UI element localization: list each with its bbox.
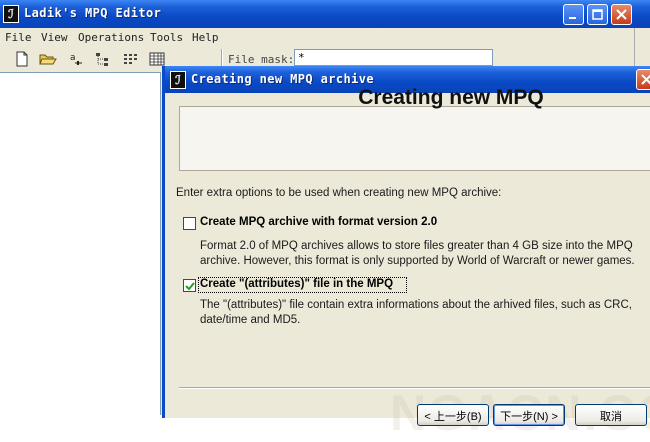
list-view-button[interactable]: [121, 49, 141, 69]
close-icon: [641, 74, 650, 85]
rename-button[interactable]: a: [66, 49, 86, 69]
rename-icon: a: [70, 53, 82, 65]
close-button[interactable]: [611, 4, 632, 25]
checkmark-icon: [185, 282, 195, 291]
list-view-icon: [124, 54, 137, 64]
main-titlebar[interactable]: ℐ Ladik's MPQ Editor: [0, 0, 650, 28]
next-button[interactable]: 下一步(N) >: [493, 404, 565, 426]
menubar: File View Operations Tools Help: [0, 28, 635, 46]
open-icon: [39, 54, 57, 65]
close-icon: [616, 9, 627, 20]
new-button[interactable]: [12, 49, 32, 69]
maximize-icon: [592, 9, 603, 20]
dialog-header-title: Creating new MPQ: [358, 86, 544, 109]
back-button[interactable]: < 上一步(B): [417, 404, 489, 426]
format-v2-label[interactable]: Create MPQ archive with format version 2…: [200, 216, 437, 228]
format-v2-checkbox[interactable]: [183, 217, 196, 230]
window-title: Ladik's MPQ Editor: [24, 6, 162, 20]
dialog-header-panel: [179, 106, 650, 171]
attributes-label[interactable]: Create "(attributes)" file in the MPQ: [200, 278, 393, 290]
file-mask-input[interactable]: *: [294, 49, 493, 66]
new-icon: [16, 51, 28, 67]
maximize-button[interactable]: [587, 4, 608, 25]
minimize-icon: [569, 17, 576, 19]
file-mask-label: File mask:: [228, 53, 295, 66]
attributes-description-line1: The "(attributes)" file contain extra in…: [200, 299, 632, 311]
create-mpq-dialog: ℐ Creating new MPQ archive Creating new …: [162, 66, 650, 441]
menu-tools[interactable]: Tools: [150, 31, 183, 44]
menu-help[interactable]: Help: [192, 31, 219, 44]
tree-view-icon: [96, 53, 108, 66]
menu-operations[interactable]: Operations: [78, 31, 144, 44]
window-right-edge: [634, 28, 650, 68]
open-button[interactable]: [38, 49, 58, 69]
app-icon[interactable]: ℐ: [3, 5, 19, 23]
format-v2-description-line1: Format 2.0 of MPQ archives allows to sto…: [200, 240, 633, 252]
menu-view[interactable]: View: [41, 31, 68, 44]
menu-file[interactable]: File: [5, 31, 32, 44]
minimize-button[interactable]: [563, 4, 584, 25]
attributes-description-line2: date/time and MD5.: [200, 314, 301, 326]
tree-view-button[interactable]: [93, 49, 113, 69]
dialog-intro-text: Enter extra options to be used when crea…: [176, 187, 502, 199]
dialog-title: Creating new MPQ archive: [191, 72, 374, 86]
cancel-button[interactable]: 取消: [575, 404, 647, 426]
dialog-button-separator: [179, 387, 650, 389]
file-tree-panel[interactable]: [0, 72, 161, 415]
grid-view-icon: [149, 52, 165, 66]
attributes-checkbox[interactable]: [183, 279, 196, 292]
format-v2-description-line2: archive. However, this format is only su…: [200, 255, 635, 267]
svg-text:a: a: [70, 53, 76, 63]
